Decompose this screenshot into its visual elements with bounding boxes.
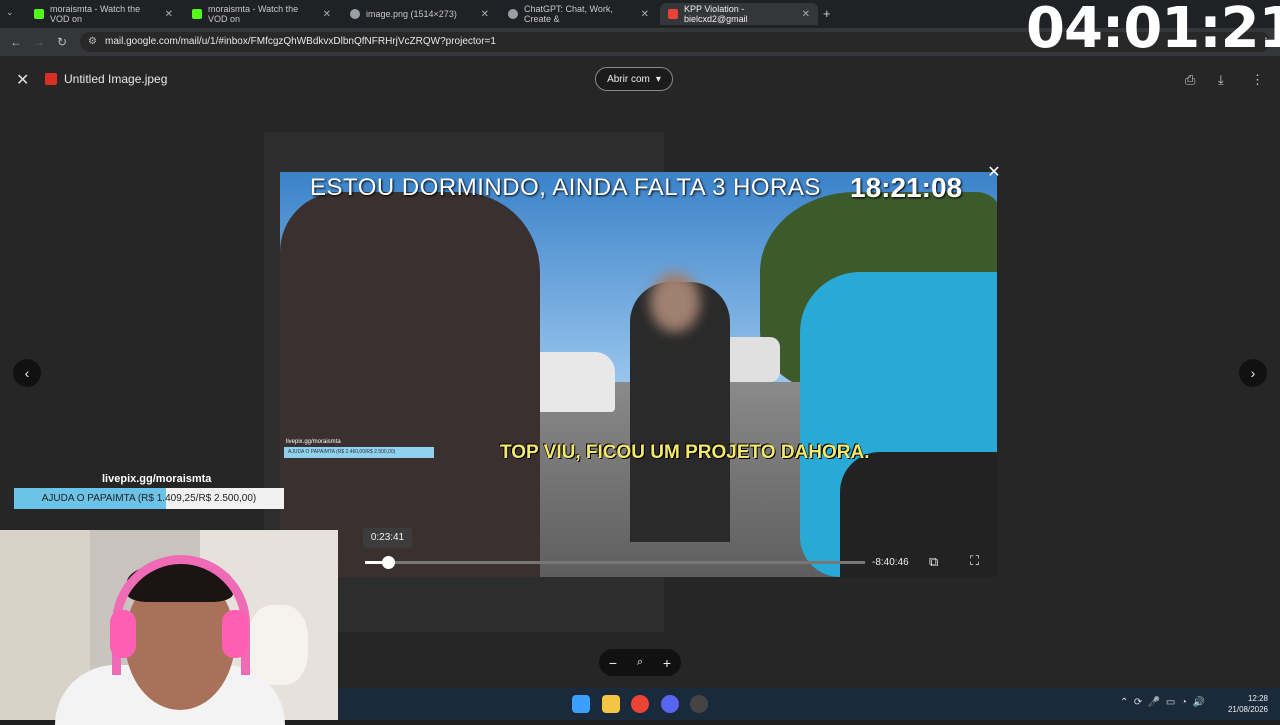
close-tab-icon[interactable]: ✕ <box>641 9 649 20</box>
tab-search-icon[interactable]: ⌄ <box>6 7 14 18</box>
close-viewer-icon[interactable]: ✕ <box>16 70 29 90</box>
webcam-headset-ear-left <box>110 610 136 658</box>
discord-icon[interactable] <box>661 695 679 713</box>
chatgpt-icon <box>508 9 518 19</box>
livepix-label: livepix.gg/moraismta <box>102 473 212 485</box>
tab-title: moraismta - Watch the VOD on <box>50 4 141 24</box>
fullscreen-icon[interactable]: ⛶ <box>970 553 979 569</box>
tab-title: image.png (1514×273) <box>366 9 457 19</box>
viewer-file-title: Untitled Image.jpeg <box>64 72 168 86</box>
close-video-icon[interactable]: ✕ <box>985 164 1003 182</box>
tab-title: moraismta - Watch the VOD on <box>208 4 299 24</box>
tab-title: KPP Violation - bielcxd2@gmail <box>684 4 748 24</box>
open-with-button[interactable]: Abrir com ▾ <box>595 67 673 91</box>
webcam-headset-ear-right <box>222 610 248 658</box>
close-tab-icon[interactable]: ✕ <box>323 9 331 20</box>
gmail-icon <box>668 9 678 19</box>
webcam-teddy-bear <box>248 605 308 685</box>
stream-clock: 04:01:21 <box>1026 0 1280 61</box>
taskbar-date: 21/08/2026 <box>1227 705 1268 714</box>
image-file-icon <box>45 73 57 85</box>
time-remaining: -8:40:46 <box>872 557 909 568</box>
zoom-in-icon[interactable]: + <box>663 655 671 671</box>
video-blurred-face <box>650 272 700 332</box>
windows-start-icon[interactable] <box>572 695 590 713</box>
tab-3[interactable]: image.png (1514×273) ✕ <box>342 3 497 25</box>
obs-icon[interactable] <box>690 695 708 713</box>
previous-arrow-icon[interactable]: ‹ <box>13 359 41 387</box>
close-tab-icon[interactable]: ✕ <box>481 9 489 20</box>
zoom-controls: − ⌕ + <box>599 649 681 676</box>
tab-4[interactable]: ChatGPT: Chat, Work, Create & ✕ <box>500 3 657 25</box>
back-icon[interactable]: ← <box>10 35 22 49</box>
close-tab-icon[interactable]: ✕ <box>165 9 173 20</box>
seek-time-tooltip: 0:23:41 <box>363 528 412 548</box>
caret-down-icon: ▾ <box>655 73 661 85</box>
kick-icon <box>192 9 202 19</box>
url-text[interactable]: mail.google.com/mail/u/1/#inbox/FMfcgzQh… <box>105 36 496 47</box>
video-clock: 18:21:08 <box>850 172 963 203</box>
more-options-icon[interactable]: ⋮ <box>1251 72 1264 88</box>
system-tray-icons[interactable]: ⌃ ⟳ 🎤 ▭ ◔ 🔊 <box>1120 697 1205 708</box>
kick-icon <box>34 9 44 19</box>
taskbar-clock[interactable]: 12:28 21/08/2026 <box>1226 693 1268 715</box>
video-livepix-label: livepix.gg/moraismta <box>286 439 341 445</box>
close-tab-icon[interactable]: ✕ <box>802 9 810 20</box>
forward-icon[interactable]: → <box>33 35 45 49</box>
chrome-icon[interactable] <box>631 695 649 713</box>
video-livepix-bar: AJUDA O PAPAIMTA (R$ 2.460,00/R$ 2.500,0… <box>284 447 434 458</box>
video-top-text: ESTOU DORMINDO, AINDA FALTA 3 HORAS <box>310 174 821 201</box>
site-info-icon[interactable]: ⚙ <box>88 36 97 47</box>
zoom-out-icon[interactable]: − <box>609 655 617 671</box>
livepix-progress-text: AJUDA O PAPAIMTA (R$ 1.409,25/R$ 2.500,0… <box>41 493 257 504</box>
seek-handle[interactable] <box>381 556 395 569</box>
video-person-left <box>280 192 540 577</box>
globe-icon <box>350 9 360 19</box>
tab-5-active[interactable]: KPP Violation - bielcxd2@gmail ✕ <box>660 3 818 25</box>
video-frame[interactable]: ESTOU DORMINDO, AINDA FALTA 3 HORAS 18:2… <box>280 172 997 577</box>
picture-in-picture-icon[interactable]: ⧉ <box>929 554 938 570</box>
file-explorer-icon[interactable] <box>602 695 620 713</box>
print-icon[interactable]: ⎙ <box>1185 72 1195 88</box>
download-icon[interactable]: ⤓ <box>1218 72 1224 88</box>
video-subtitle: TOP VIU, FICOU UM PROJETO DAHORA. <box>500 442 870 463</box>
new-tab-button[interactable]: + <box>823 6 831 21</box>
reload-icon[interactable]: ↻ <box>57 35 67 49</box>
zoom-magnifier-icon[interactable]: ⌕ <box>637 656 643 669</box>
open-with-label: Abrir com <box>607 73 650 85</box>
taskbar-time: 12:28 <box>1247 694 1268 703</box>
tab-2[interactable]: moraismta - Watch the VOD on ✕ <box>184 3 339 25</box>
tab-1[interactable]: moraismta - Watch the VOD on ✕ <box>26 3 181 25</box>
tab-title: ChatGPT: Chat, Work, Create & <box>524 4 613 24</box>
next-arrow-icon[interactable]: › <box>1239 359 1267 387</box>
seek-bar[interactable] <box>365 561 865 564</box>
